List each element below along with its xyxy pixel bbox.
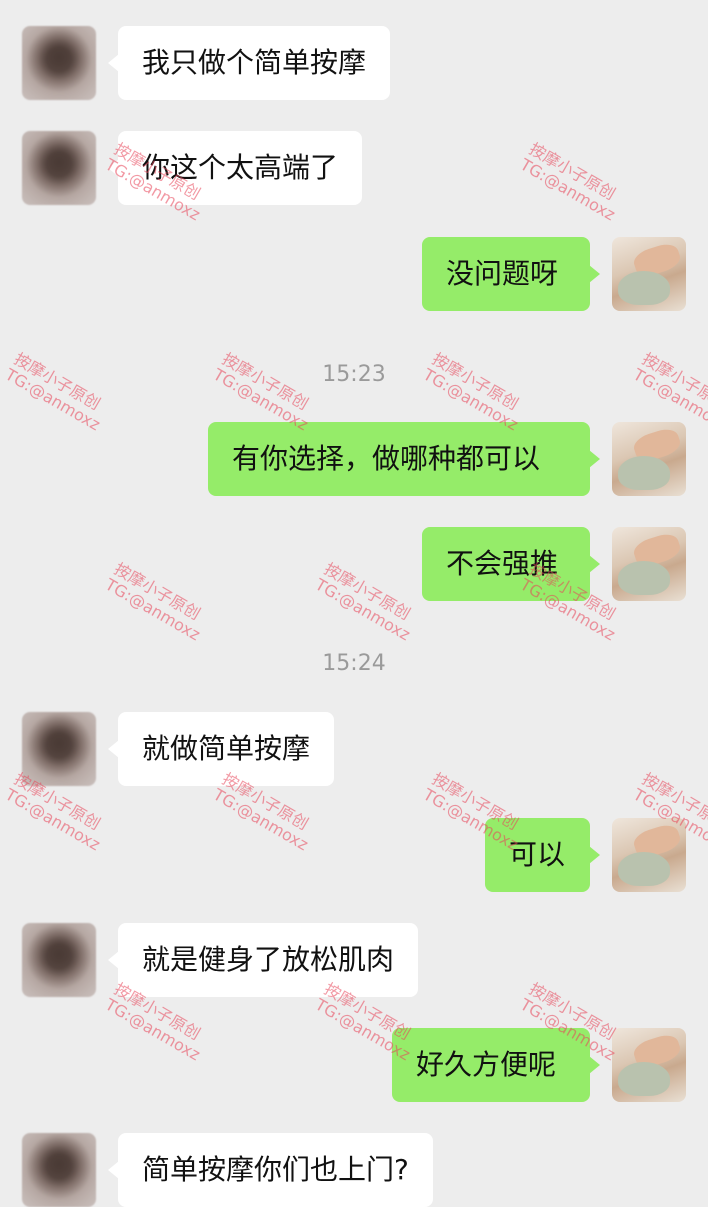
message-bubble[interactable]: 有你选择，做哪种都可以 [208, 422, 600, 496]
message-row: 我只做个简单按摩 [0, 26, 708, 100]
timestamp: 15:24 [322, 651, 386, 676]
contact-avatar[interactable] [22, 1133, 96, 1207]
message-bubble[interactable]: 简单按摩你们也上门? [108, 1133, 433, 1207]
message-bubble[interactable]: 就是健身了放松肌肉 [107, 923, 419, 997]
message-bubble[interactable]: 没问题呀 [422, 237, 600, 311]
contact-avatar[interactable] [22, 131, 96, 205]
self-avatar[interactable] [612, 527, 686, 601]
message-row: 简单按摩你们也上门? [0, 1133, 708, 1207]
self-avatar[interactable] [612, 422, 686, 496]
self-avatar[interactable] [612, 818, 686, 892]
message-bubble[interactable]: 好久方便呢 [392, 1028, 600, 1102]
contact-avatar[interactable] [22, 712, 96, 786]
self-avatar[interactable] [612, 237, 686, 311]
message-row: 就做简单按摩 [0, 712, 708, 786]
contact-avatar[interactable] [22, 923, 96, 997]
chat-area[interactable]: 我只做个简单按摩 你这个太高端了 没问题呀 15:23 有你选择，做哪种都可以 … [0, 0, 708, 1207]
message-row: 有你选择，做哪种都可以 [0, 422, 708, 496]
message-row: 就是健身了放松肌肉 [0, 923, 708, 997]
contact-avatar[interactable] [22, 26, 96, 100]
timestamp: 15:23 [322, 362, 386, 387]
message-row: 没问题呀 [0, 237, 708, 311]
message-bubble[interactable]: 我只做个简单按摩 [107, 26, 391, 100]
